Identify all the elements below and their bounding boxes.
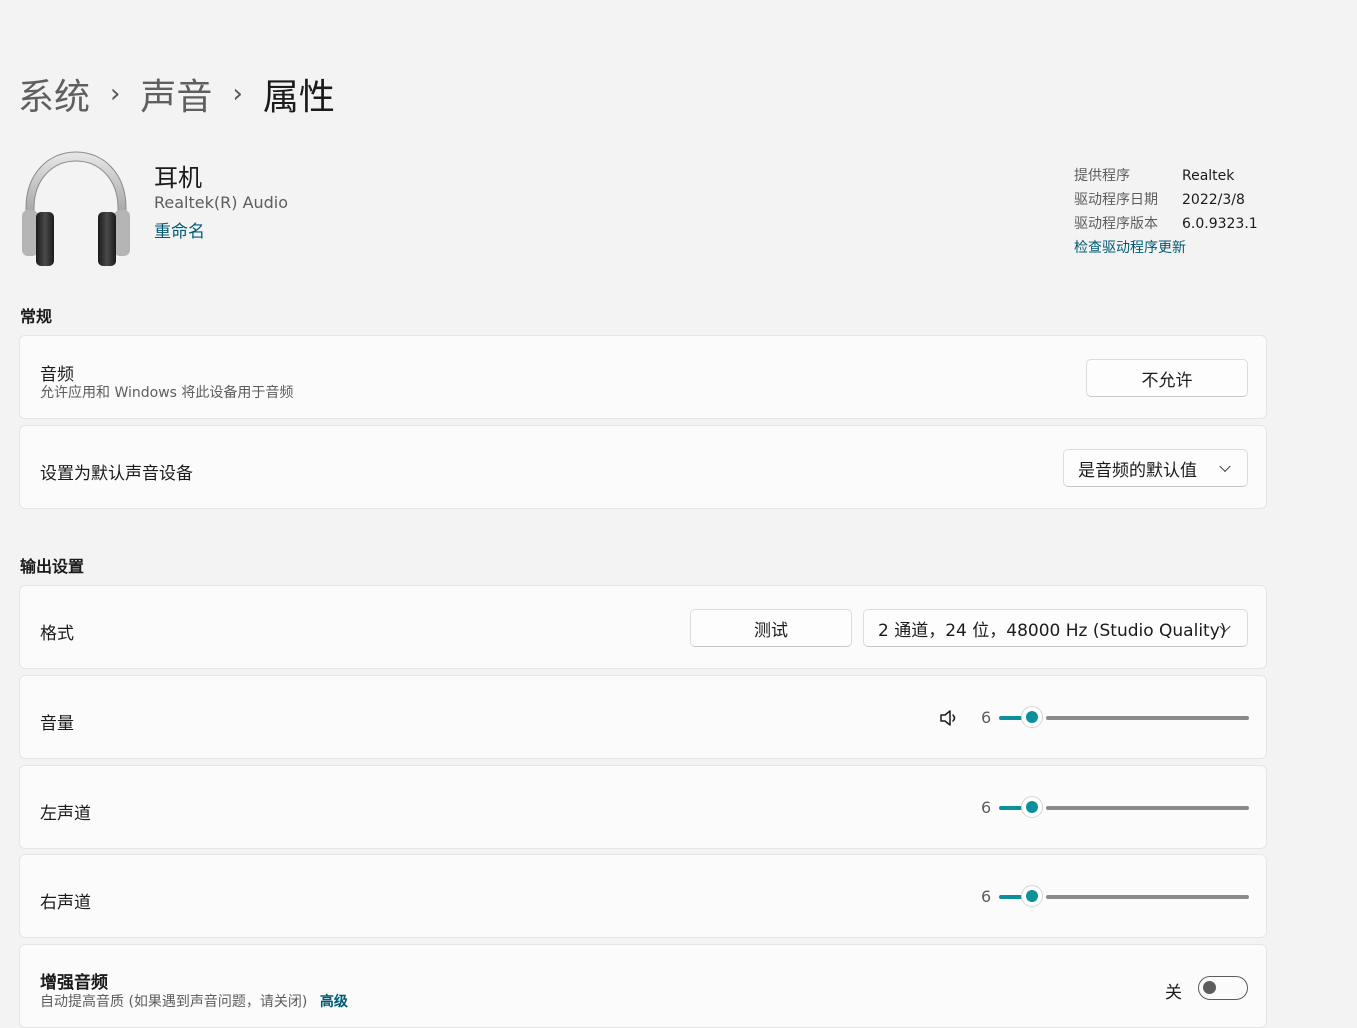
enhance-audio-toggle[interactable] (1198, 976, 1248, 1000)
breadcrumb-separator-icon: › (232, 79, 243, 109)
provider-label: 提供程序 (1074, 168, 1130, 184)
driver-version-label: 驱动程序版本 (1074, 216, 1158, 232)
default-device-dropdown-value: 是音频的默认值 (1078, 460, 1197, 481)
section-title-output: 输出设置 (20, 557, 85, 576)
default-device-dropdown[interactable]: 是音频的默认值 (1063, 449, 1248, 487)
slider-rail (1046, 716, 1249, 720)
enhance-audio-card: 增强音频 自动提高音质 (如果遇到声音问题，请关闭) 高级 关 (19, 944, 1267, 1028)
provider-value: Realtek (1182, 168, 1235, 184)
breadcrumb: 系统 › 声音 › 属性 (18, 68, 335, 120)
left-channel-slider[interactable] (999, 796, 1249, 819)
device-name: 耳机 (154, 164, 202, 192)
left-channel-title: 左声道 (40, 804, 91, 824)
audio-card: 音频 允许应用和 Windows 将此设备用于音频 不允许 (19, 335, 1267, 419)
device-subtitle: Realtek(R) Audio (154, 193, 289, 212)
driver-date-value: 2022/3/8 (1182, 192, 1245, 208)
advanced-link[interactable]: 高级 (320, 994, 348, 1010)
speaker-icon[interactable] (938, 707, 960, 729)
driver-info: 提供程序 Realtek 驱动程序日期 2022/3/8 驱动程序版本 6.0.… (1074, 164, 1258, 260)
format-card: 格式 测试 2 通道，24 位，48000 Hz (Studio Quality… (19, 585, 1267, 669)
slider-thumb[interactable] (1021, 706, 1043, 728)
volume-value: 6 (981, 708, 992, 727)
slider-thumb[interactable] (1021, 885, 1043, 907)
default-device-card: 设置为默认声音设备 是音频的默认值 (19, 425, 1267, 509)
enhance-audio-description: 自动提高音质 (如果遇到声音问题，请关闭) (40, 994, 308, 1010)
section-title-general: 常规 (20, 307, 53, 326)
check-driver-update-link[interactable]: 检查驱动程序更新 (1074, 236, 1186, 260)
left-channel-value: 6 (981, 798, 992, 817)
breadcrumb-separator-icon: › (110, 79, 121, 109)
volume-title: 音量 (40, 714, 74, 734)
right-channel-card: 右声道 6 (19, 854, 1267, 938)
slider-thumb[interactable] (1021, 796, 1043, 818)
format-title: 格式 (40, 624, 74, 644)
slider-rail (1046, 895, 1249, 899)
breadcrumb-item-sound[interactable]: 声音 (140, 68, 212, 120)
enhance-toggle-label: 关 (1165, 983, 1182, 1003)
breadcrumb-item-system[interactable]: 系统 (18, 68, 90, 120)
right-channel-value: 6 (981, 887, 992, 906)
default-device-title: 设置为默认声音设备 (40, 464, 193, 484)
chevron-down-icon (1219, 460, 1231, 473)
rename-link[interactable]: 重命名 (154, 217, 205, 242)
format-dropdown[interactable]: 2 通道，24 位，48000 Hz (Studio Quality) (863, 609, 1248, 647)
disallow-button[interactable]: 不允许 (1086, 359, 1248, 397)
audio-description: 允许应用和 Windows 将此设备用于音频 (40, 385, 294, 401)
volume-slider[interactable] (999, 706, 1249, 729)
headphones-icon (18, 146, 134, 270)
slider-rail (1046, 806, 1249, 810)
enhance-audio-description-row: 自动提高音质 (如果遇到声音问题，请关闭) 高级 (40, 991, 348, 1011)
right-channel-slider[interactable] (999, 885, 1249, 908)
toggle-knob (1203, 981, 1216, 994)
driver-version-value: 6.0.9323.1 (1182, 216, 1258, 232)
volume-card: 音量 6 (19, 675, 1267, 759)
right-channel-title: 右声道 (40, 893, 91, 913)
page-title: 属性 (262, 77, 335, 118)
driver-date-label: 驱动程序日期 (1074, 192, 1158, 208)
left-channel-card: 左声道 6 (19, 765, 1267, 849)
enhance-audio-title: 增强音频 (40, 973, 108, 993)
test-button[interactable]: 测试 (690, 609, 852, 647)
format-dropdown-value: 2 通道，24 位，48000 Hz (Studio Quality) (878, 620, 1227, 641)
